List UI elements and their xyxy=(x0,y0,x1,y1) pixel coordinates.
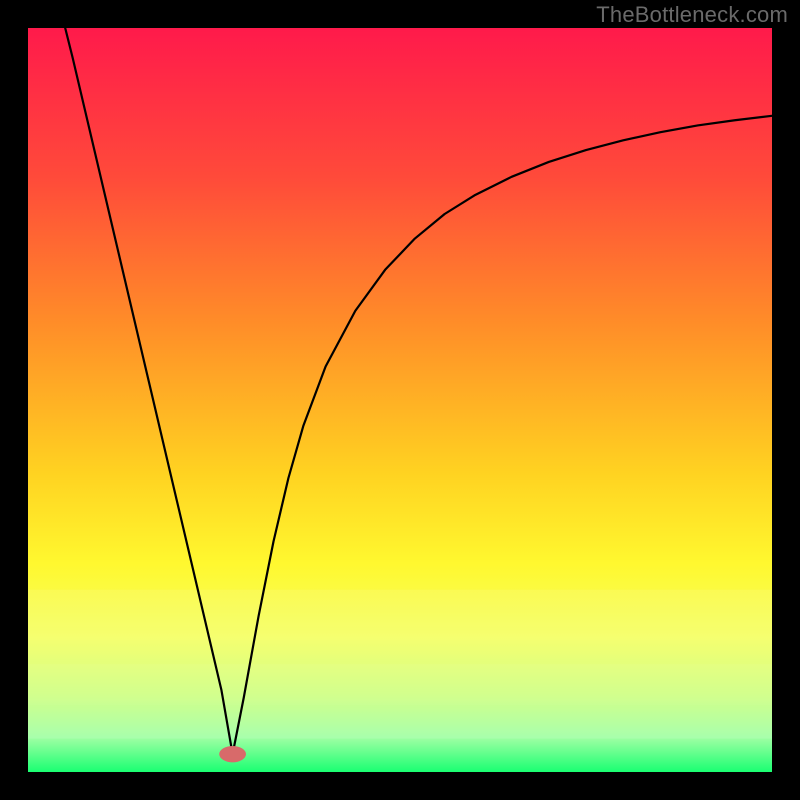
plot-area xyxy=(28,28,772,772)
highlight-bands xyxy=(28,590,772,739)
highlight-band xyxy=(28,590,772,664)
chart-svg xyxy=(28,28,772,772)
chart-outer-frame: TheBottleneck.com xyxy=(0,0,800,800)
highlight-band xyxy=(28,664,772,705)
min-marker xyxy=(219,746,246,762)
highlight-band xyxy=(28,705,772,738)
attribution-text: TheBottleneck.com xyxy=(596,2,788,28)
